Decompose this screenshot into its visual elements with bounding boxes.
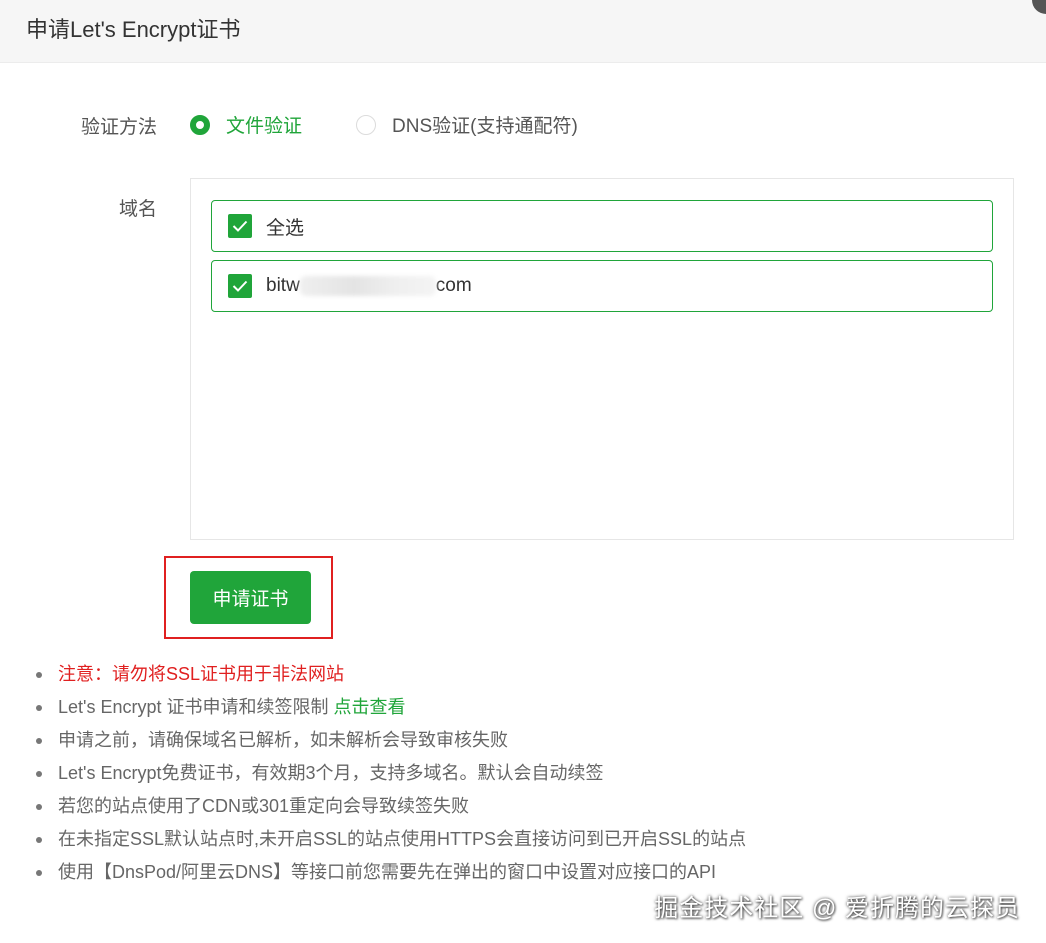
radio-checked-icon [190,114,210,135]
redacted-blur [299,275,436,296]
radio-dns-verify-label: DNS验证(支持通配符) [392,116,578,137]
select-all-label: 全选 [266,217,305,239]
domain-name: bitw com [266,275,472,297]
close-icon[interactable] [1032,0,1046,14]
radio-file-verify[interactable]: 文件验证 [190,111,302,138]
note-free-cert: Let's Encrypt免费证书，有效期3个月，支持多域名。默认会自动续签 [32,757,746,790]
radio-file-verify-label: 文件验证 [226,116,303,137]
checkbox-checked-icon [228,274,252,298]
domain-suffix: com [435,275,472,296]
radio-dns-verify[interactable]: DNS验证(支持通配符) [356,111,578,138]
view-limit-link[interactable]: 点击查看 [333,697,405,717]
domain-list: 全选 bitw com [190,178,1014,540]
dialog-header: 申请Let's Encrypt证书 [0,0,1046,63]
note-dns-api: 使用【DnsPod/阿里云DNS】等接口前您需要先在弹出的窗口中设置对应接口的A… [32,856,746,889]
select-all-checkbox[interactable]: 全选 [211,200,993,252]
note-limit-text: Let's Encrypt 证书申请和续签限制 [58,697,334,717]
checkbox-checked-icon [228,214,252,238]
domain-prefix: bitw [266,275,300,296]
apply-certificate-button[interactable]: 申请证书 [190,571,311,624]
watermark: 掘金技术社区 @ 爱折腾的云探员 [654,895,1020,922]
verify-method-label: 验证方法 [80,117,157,138]
note-cdn: 若您的站点使用了CDN或301重定向会导致续签失败 [32,790,746,823]
dialog-title: 申请Let's Encrypt证书 [26,17,241,42]
domain-checkbox[interactable]: bitw com [211,260,993,312]
radio-unchecked-icon [356,114,376,135]
note-dns-resolve: 申请之前，请确保域名已解析，如未解析会导致审核失败 [32,724,746,757]
note-warning: 注意：请勿将SSL证书用于非法网站 [32,658,746,691]
domain-label: 域名 [118,199,157,220]
notes-list: 注意：请勿将SSL证书用于非法网站 Let's Encrypt 证书申请和续签限… [32,658,746,889]
note-limit: Let's Encrypt 证书申请和续签限制 点击查看 [32,691,746,724]
note-default-ssl: 在未指定SSL默认站点时,未开启SSL的站点使用HTTPS会直接访问到已开启SS… [32,823,746,856]
